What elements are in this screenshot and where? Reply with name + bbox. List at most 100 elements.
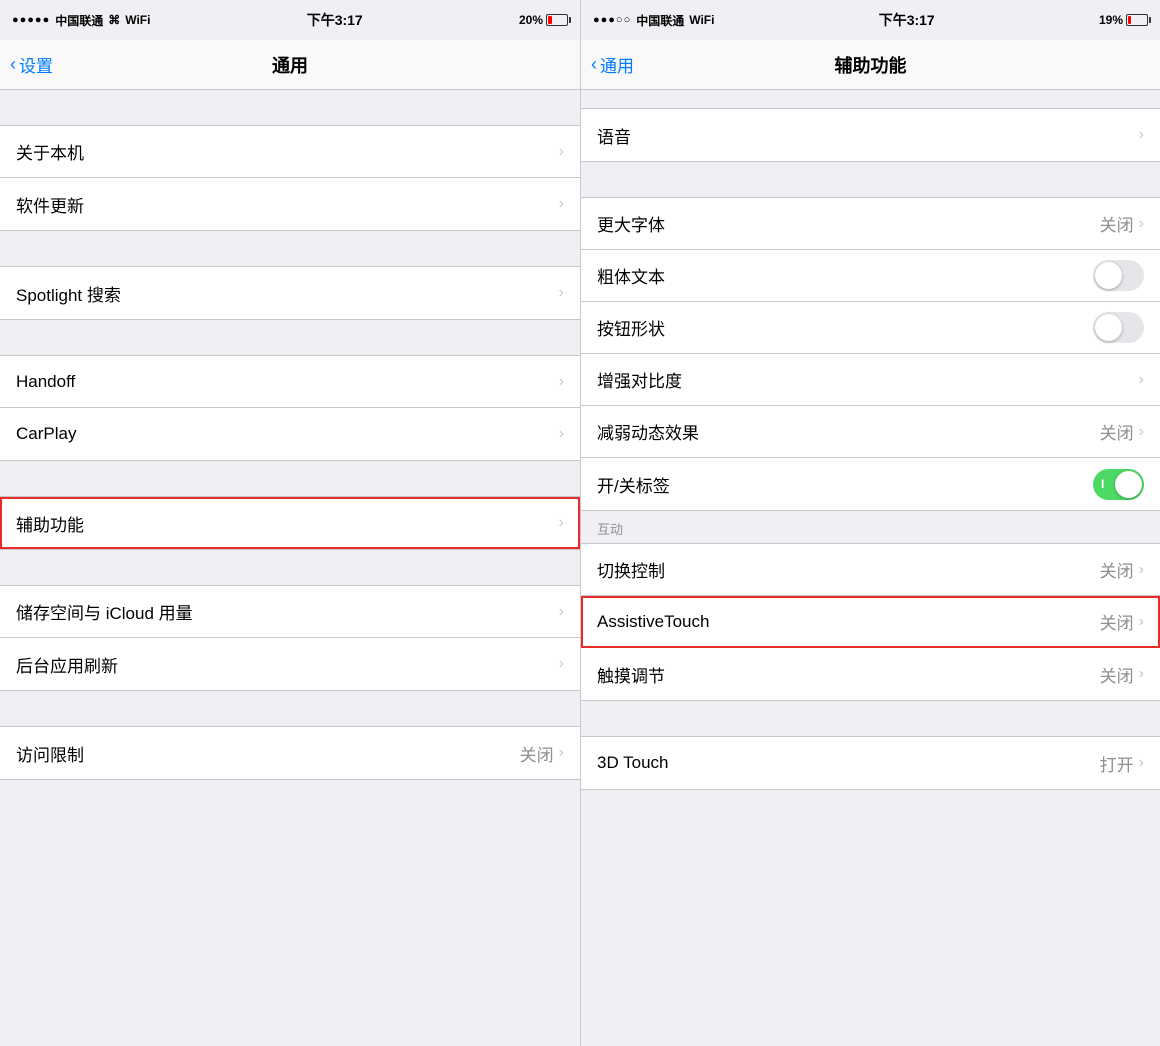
item-on-off-labels-label: 开/关标签	[597, 472, 670, 497]
group-storage: 储存空间与 iCloud 用量 › 后台应用刷新 ›	[0, 585, 580, 691]
item-3dtouch-chevron: ›	[1139, 754, 1144, 772]
item-touch-accom-label: 触摸调节	[597, 662, 665, 687]
item-accessibility[interactable]: 辅助功能 ›	[0, 497, 580, 549]
item-about[interactable]: 关于本机 ›	[0, 126, 580, 178]
left-settings-content: 关于本机 › 软件更新 › Spotlight 搜索 ›	[0, 90, 580, 1046]
left-nav-back[interactable]: ‹ 设置	[10, 52, 53, 77]
item-bold-text[interactable]: 粗体文本	[581, 250, 1160, 302]
item-bold-text-label: 粗体文本	[597, 263, 665, 288]
item-switch-control[interactable]: 切换控制 关闭 ›	[581, 544, 1160, 596]
section-header-interaction-label: 互动	[597, 519, 623, 538]
item-on-off-labels-right: I	[1093, 469, 1144, 500]
item-carplay-chevron: ›	[559, 425, 564, 443]
item-contrast[interactable]: 增强对比度 ›	[581, 354, 1160, 406]
right-carrier: 中国联通	[636, 12, 684, 29]
item-touch-accom-chevron: ›	[1139, 665, 1144, 683]
right-time: 下午3:17	[879, 10, 935, 30]
item-carplay-right: ›	[559, 425, 564, 443]
right-battery-box	[1126, 14, 1148, 26]
right-phone-panel: ●●●○○ 中国联通 WiFi 下午3:17 19% ‹ 通用 辅助功能 语音 …	[580, 0, 1160, 1046]
item-handoff-chevron: ›	[559, 373, 564, 391]
item-about-chevron: ›	[559, 143, 564, 161]
item-assistivetouch-chevron: ›	[1139, 613, 1144, 631]
left-carrier: 中国联通	[55, 12, 103, 29]
item-restrictions[interactable]: 访问限制 关闭 ›	[0, 727, 580, 779]
item-button-shapes-toggle[interactable]	[1093, 312, 1144, 343]
right-settings-content: 语音 › 更大字体 关闭 › 粗体文本	[581, 90, 1160, 1046]
gap1	[0, 90, 580, 125]
item-handoff-right: ›	[559, 373, 564, 391]
group-restrictions: 访问限制 关闭 ›	[0, 726, 580, 780]
group-about: 关于本机 › 软件更新 ›	[0, 125, 580, 231]
item-switch-control-chevron: ›	[1139, 561, 1144, 579]
item-reduce-motion-chevron: ›	[1139, 423, 1144, 441]
item-button-shapes-right	[1093, 312, 1144, 343]
item-accessibility-chevron: ›	[559, 514, 564, 532]
right-group-voice: 语音 ›	[581, 108, 1160, 162]
left-back-chevron-icon: ‹	[10, 54, 16, 75]
item-contrast-chevron: ›	[1139, 371, 1144, 389]
left-nav-bar: ‹ 设置 通用	[0, 40, 580, 90]
item-bold-text-toggle[interactable]	[1093, 260, 1144, 291]
item-storage[interactable]: 储存空间与 iCloud 用量 ›	[0, 586, 580, 638]
right-group-interaction: 切换控制 关闭 › AssistiveTouch 关闭 › 触摸调节 关闭 ›	[581, 543, 1160, 701]
gap2	[0, 231, 580, 266]
left-battery-fill	[548, 16, 552, 24]
item-carplay[interactable]: CarPlay ›	[0, 408, 580, 460]
item-reduce-motion[interactable]: 减弱动态效果 关闭 ›	[581, 406, 1160, 458]
item-switch-control-value: 关闭	[1100, 557, 1134, 582]
item-contrast-label: 增强对比度	[597, 367, 682, 392]
left-wifi-icon: ⌘︎	[108, 13, 120, 27]
item-handoff[interactable]: Handoff ›	[0, 356, 580, 408]
right-signal: ●●●○○	[593, 14, 631, 26]
item-software-update[interactable]: 软件更新 ›	[0, 178, 580, 230]
right-wifi-label: WiFi	[689, 13, 714, 27]
toggle-i-icon: I	[1101, 477, 1104, 491]
item-accessibility-label: 辅助功能	[16, 511, 84, 536]
item-bg-refresh-chevron: ›	[559, 655, 564, 673]
item-assistivetouch[interactable]: AssistiveTouch 关闭 ›	[581, 596, 1160, 648]
item-switch-control-label: 切换控制	[597, 557, 665, 582]
right-gap1	[581, 90, 1160, 108]
left-wifi-label: WiFi	[125, 13, 150, 27]
item-on-off-labels[interactable]: 开/关标签 I	[581, 458, 1160, 510]
gap4	[0, 461, 580, 496]
item-larger-text-value: 关闭	[1100, 211, 1134, 236]
item-on-off-labels-toggle[interactable]: I	[1093, 469, 1144, 500]
toggle-knob	[1095, 262, 1122, 289]
item-reduce-motion-value: 关闭	[1100, 419, 1134, 444]
toggle-knob3	[1115, 471, 1142, 498]
group-accessibility: 辅助功能 ›	[0, 496, 580, 550]
item-assistivetouch-value: 关闭	[1100, 609, 1134, 634]
item-restrictions-label: 访问限制	[16, 741, 84, 766]
item-bg-refresh-label: 后台应用刷新	[16, 652, 118, 677]
gap3	[0, 320, 580, 355]
item-3dtouch-right: 打开 ›	[1100, 751, 1144, 776]
item-restrictions-chevron: ›	[559, 744, 564, 762]
right-group-vision: 更大字体 关闭 › 粗体文本 按钮形状	[581, 197, 1160, 511]
right-status-bar: ●●●○○ 中国联通 WiFi 下午3:17 19%	[581, 0, 1160, 40]
group-handoff: Handoff › CarPlay ›	[0, 355, 580, 461]
item-storage-label: 储存空间与 iCloud 用量	[16, 599, 193, 624]
right-status-left: ●●●○○ 中国联通 WiFi	[593, 12, 714, 29]
item-restrictions-right: 关闭 ›	[520, 741, 564, 766]
item-button-shapes[interactable]: 按钮形状	[581, 302, 1160, 354]
item-voice[interactable]: 语音 ›	[581, 109, 1160, 161]
item-switch-control-right: 关闭 ›	[1100, 557, 1144, 582]
item-larger-text[interactable]: 更大字体 关闭 ›	[581, 198, 1160, 250]
item-carplay-label: CarPlay	[16, 424, 76, 444]
group-spotlight: Spotlight 搜索 ›	[0, 266, 580, 320]
right-nav-back[interactable]: ‹ 通用	[591, 52, 634, 77]
left-nav-title: 通用	[272, 52, 308, 78]
item-spotlight[interactable]: Spotlight 搜索 ›	[0, 267, 580, 319]
item-touch-accom[interactable]: 触摸调节 关闭 ›	[581, 648, 1160, 700]
right-back-label: 通用	[600, 52, 634, 77]
item-3dtouch[interactable]: 3D Touch 打开 ›	[581, 737, 1160, 789]
item-contrast-right: ›	[1139, 371, 1144, 389]
left-battery-box	[546, 14, 568, 26]
section-header-interaction: 互动	[581, 511, 1160, 543]
left-battery-percent: 20%	[519, 13, 543, 27]
item-about-right: ›	[559, 143, 564, 161]
gap5	[0, 550, 580, 585]
item-bg-refresh[interactable]: 后台应用刷新 ›	[0, 638, 580, 690]
